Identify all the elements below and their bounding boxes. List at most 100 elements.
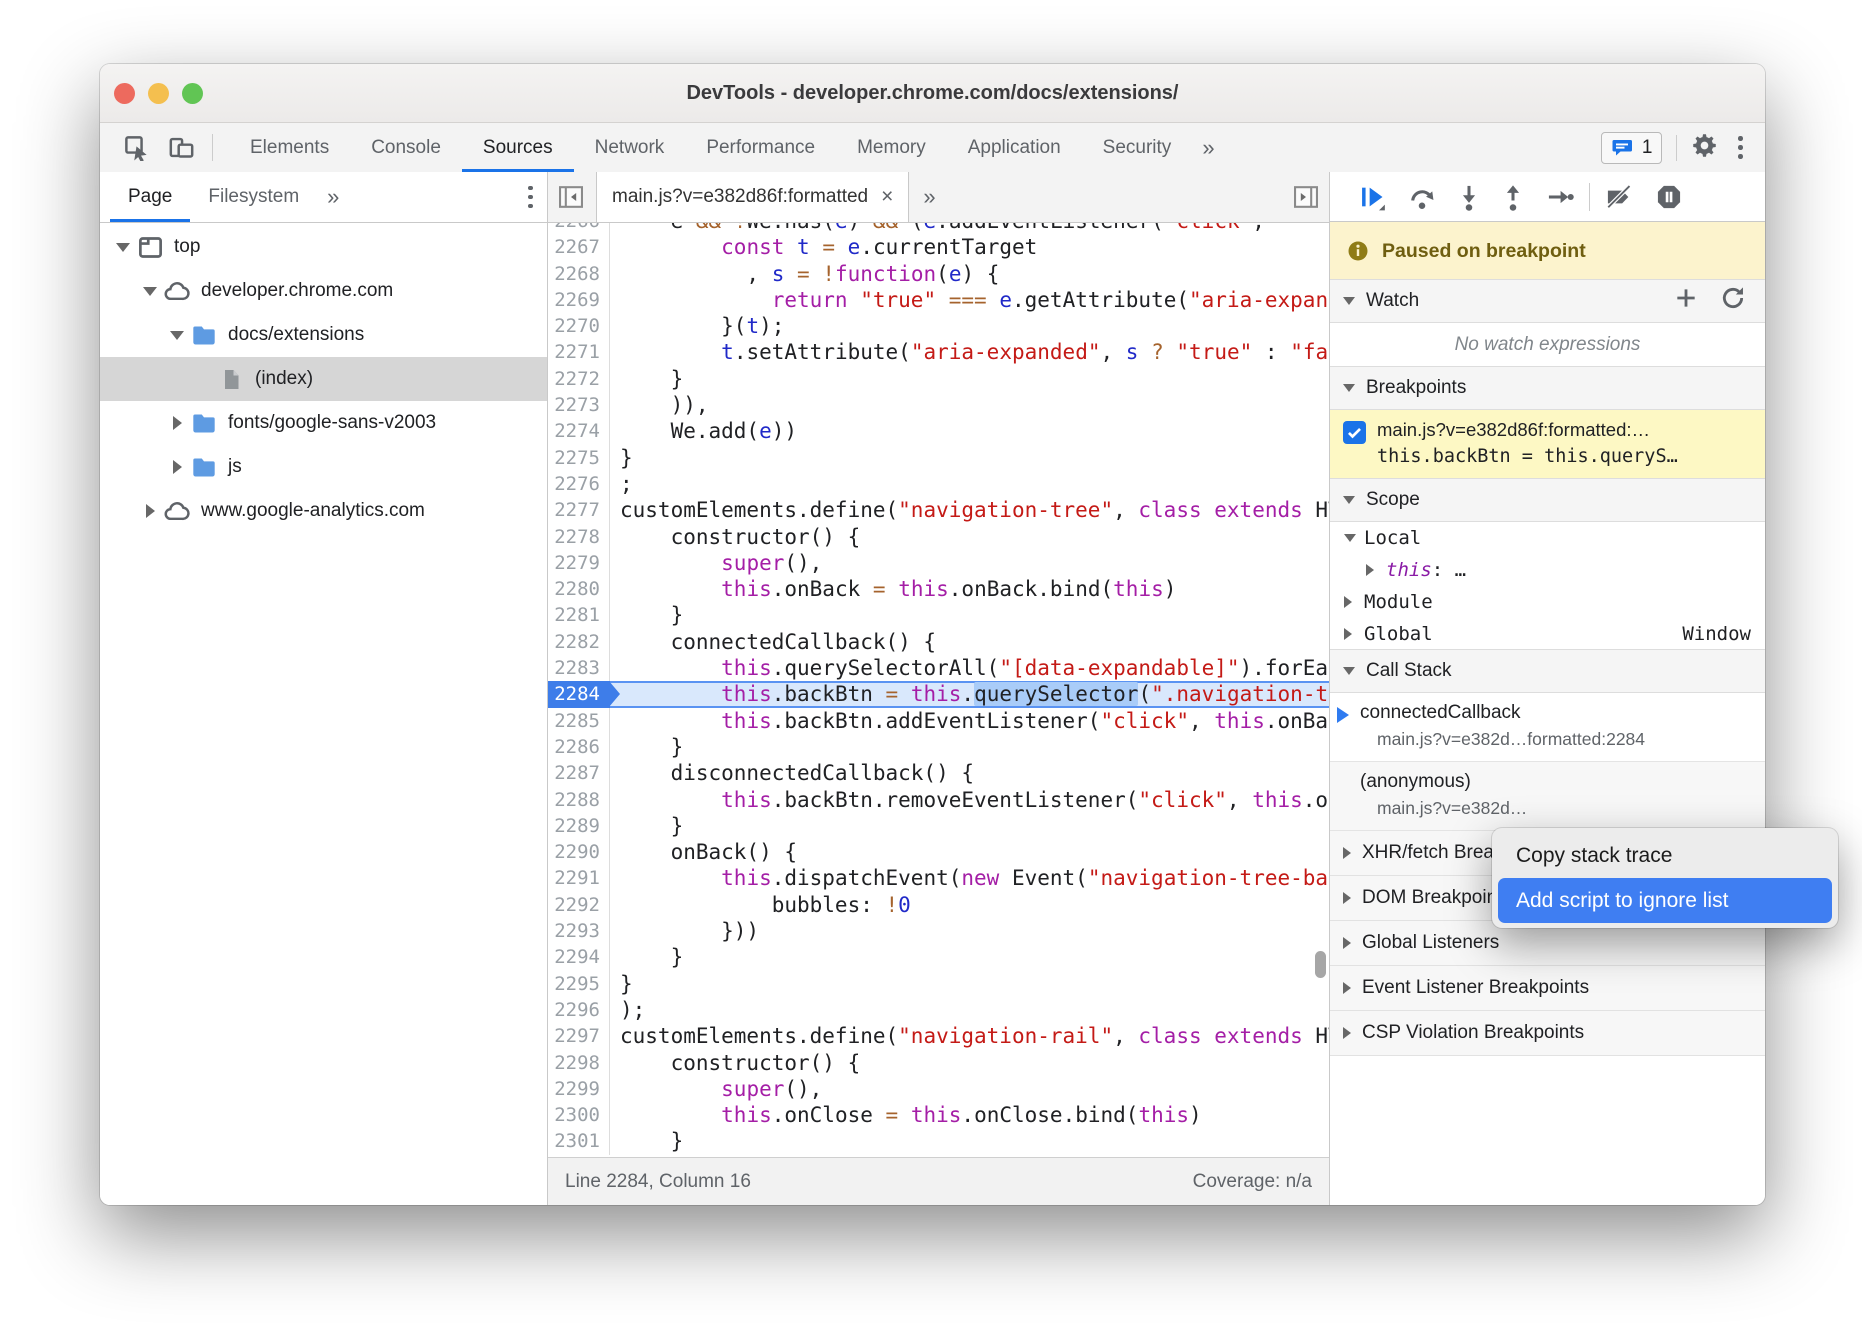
step-out-icon[interactable] bbox=[1491, 183, 1535, 211]
section-event-listener-breakpoints[interactable]: Event Listener Breakpoints bbox=[1330, 966, 1765, 1011]
line-number[interactable]: 2281 bbox=[548, 602, 610, 628]
code-line[interactable]: 2285 this.backBtn.addEventListener("clic… bbox=[548, 708, 1329, 734]
line-number[interactable]: 2272 bbox=[548, 366, 610, 392]
tab-sources[interactable]: Sources bbox=[462, 123, 574, 172]
line-number[interactable]: 2291 bbox=[548, 865, 610, 891]
navigator-kebab-icon[interactable] bbox=[522, 172, 539, 222]
code-line[interactable]: 2299 super(), bbox=[548, 1076, 1329, 1102]
code-line[interactable]: 2287 disconnectedCallback() { bbox=[548, 760, 1329, 786]
code-line-text[interactable]: } bbox=[610, 944, 1329, 970]
more-tabs-icon[interactable]: » bbox=[1192, 123, 1224, 172]
line-number[interactable]: 2285 bbox=[548, 708, 610, 734]
line-number[interactable]: 2279 bbox=[548, 550, 610, 576]
line-number[interactable]: 2268 bbox=[548, 261, 610, 287]
line-number[interactable]: 2273 bbox=[548, 392, 610, 418]
line-number[interactable]: 2297 bbox=[548, 1023, 610, 1049]
code-line-text[interactable]: disconnectedCallback() { bbox=[610, 760, 1329, 786]
tab-security[interactable]: Security bbox=[1082, 123, 1193, 172]
code-line[interactable]: 2280 this.onBack = this.onBack.bind(this… bbox=[548, 576, 1329, 602]
breakpoints-section-header[interactable]: Breakpoints bbox=[1330, 366, 1765, 410]
code-line-text[interactable]: this.onClose = this.onClose.bind(this) bbox=[610, 1102, 1329, 1128]
line-number[interactable]: 2286 bbox=[548, 734, 610, 760]
tab-elements[interactable]: Elements bbox=[229, 123, 350, 172]
code-line-text[interactable]: )), bbox=[610, 392, 1329, 418]
code-line-text[interactable]: super(), bbox=[610, 550, 1329, 576]
line-number[interactable]: 2282 bbox=[548, 629, 610, 655]
hide-navigator-icon[interactable] bbox=[556, 182, 586, 212]
code-line-text[interactable]: ; bbox=[610, 471, 1329, 497]
code-line[interactable]: 2301 } bbox=[548, 1128, 1329, 1154]
step-into-icon[interactable] bbox=[1447, 183, 1491, 211]
tree-item[interactable]: docs/extensions bbox=[100, 313, 547, 357]
tree-expander-icon[interactable] bbox=[139, 504, 161, 518]
code-line-text[interactable]: this.dispatchEvent(new Event("navigation… bbox=[610, 865, 1329, 891]
line-number[interactable]: 2288 bbox=[548, 787, 610, 813]
line-number[interactable]: 2299 bbox=[548, 1076, 610, 1102]
code-line[interactable]: 2268 , s = !function(e) { bbox=[548, 261, 1329, 287]
code-line[interactable]: 2275} bbox=[548, 445, 1329, 471]
code-line[interactable]: 2267 const t = e.currentTarget bbox=[548, 234, 1329, 260]
line-number[interactable]: 2296 bbox=[548, 997, 610, 1023]
tree-expander-icon[interactable] bbox=[112, 243, 134, 252]
line-number[interactable]: 2266 bbox=[548, 223, 610, 234]
code-line[interactable]: 2272 } bbox=[548, 366, 1329, 392]
tree-expander-icon[interactable] bbox=[139, 287, 161, 296]
code-line[interactable]: 2269 return "true" === e.getAttribute("a… bbox=[548, 287, 1329, 313]
code-line-text[interactable]: e && !We.has(e) && (e.addEventListener("… bbox=[610, 223, 1329, 234]
code-line[interactable]: 2277customElements.define("navigation-tr… bbox=[548, 497, 1329, 523]
tree-item[interactable]: developer.chrome.com bbox=[100, 269, 547, 313]
scope-row-this[interactable]: this: … bbox=[1330, 554, 1765, 586]
breakpoint-entry[interactable]: main.js?v=e382d86f:formatted:…this.backB… bbox=[1330, 410, 1765, 479]
code-line[interactable]: 2282 connectedCallback() { bbox=[548, 629, 1329, 655]
code-line[interactable]: 2266 e && !We.has(e) && (e.addEventListe… bbox=[548, 223, 1329, 234]
inspect-element-icon[interactable] bbox=[114, 123, 159, 172]
code-line[interactable]: 2298 constructor() { bbox=[548, 1050, 1329, 1076]
code-line-text[interactable]: this.querySelectorAll("[data-expandable]… bbox=[610, 655, 1329, 681]
code-line[interactable]: 2288 this.backBtn.removeEventListener("c… bbox=[548, 787, 1329, 813]
scope-row-local[interactable]: Local bbox=[1330, 522, 1765, 554]
code-line[interactable]: 2300 this.onClose = this.onClose.bind(th… bbox=[548, 1102, 1329, 1128]
code-line-text[interactable]: this.backBtn = this.querySelector(".navi… bbox=[610, 681, 1329, 707]
call-stack-frame[interactable]: (anonymous)main.js?v=e382d… bbox=[1330, 762, 1765, 831]
code-line[interactable]: 2286 } bbox=[548, 734, 1329, 760]
line-number[interactable]: 2270 bbox=[548, 313, 610, 339]
vertical-scrollbar-thumb[interactable] bbox=[1315, 951, 1326, 978]
tree-item[interactable]: top bbox=[100, 225, 547, 269]
tree-item[interactable]: fonts/google-sans-v2003 bbox=[100, 401, 547, 445]
line-number[interactable]: 2276 bbox=[548, 471, 610, 497]
deactivate-breakpoints-icon[interactable] bbox=[1594, 183, 1644, 211]
tree-expander-icon[interactable] bbox=[166, 460, 188, 474]
watch-section-header[interactable]: Watch bbox=[1330, 279, 1765, 323]
code-line[interactable]: 2289 } bbox=[548, 813, 1329, 839]
line-number[interactable]: 2293 bbox=[548, 918, 610, 944]
code-line[interactable]: 2297customElements.define("navigation-ra… bbox=[548, 1023, 1329, 1049]
code-line[interactable]: 2292 bubbles: !0 bbox=[548, 892, 1329, 918]
scope-row-global[interactable]: GlobalWindow bbox=[1330, 618, 1765, 650]
tree-item[interactable]: (index) bbox=[100, 357, 547, 401]
tab-memory[interactable]: Memory bbox=[836, 123, 947, 172]
tree-item[interactable]: www.google-analytics.com bbox=[100, 489, 547, 533]
code-line-text[interactable]: We.add(e)) bbox=[610, 418, 1329, 444]
line-number[interactable]: 2280 bbox=[548, 576, 610, 602]
code-line[interactable]: 2276; bbox=[548, 471, 1329, 497]
code-line-text[interactable]: ); bbox=[610, 997, 1329, 1023]
close-tab-icon[interactable]: × bbox=[881, 185, 893, 209]
code-line-text[interactable]: } bbox=[610, 602, 1329, 628]
scope-section-header[interactable]: Scope bbox=[1330, 478, 1765, 522]
line-number[interactable]: 2301 bbox=[548, 1128, 610, 1154]
device-toolbar-icon[interactable] bbox=[159, 123, 204, 172]
line-number[interactable]: 2298 bbox=[548, 1050, 610, 1076]
add-watch-icon[interactable] bbox=[1673, 285, 1699, 317]
code-line[interactable]: 2294 } bbox=[548, 944, 1329, 970]
code-line[interactable]: 2283 this.querySelectorAll("[data-expand… bbox=[548, 655, 1329, 681]
navigator-tab-page[interactable]: Page bbox=[110, 172, 190, 222]
line-number[interactable]: 2295 bbox=[548, 971, 610, 997]
breakpoint-checkbox[interactable] bbox=[1343, 421, 1366, 444]
code-line-text[interactable]: customElements.define("navigation-rail",… bbox=[610, 1023, 1329, 1049]
zoom-window-button[interactable] bbox=[182, 83, 203, 104]
settings-gear-icon[interactable] bbox=[1691, 132, 1718, 164]
code-line[interactable]: 2281 } bbox=[548, 602, 1329, 628]
step-icon[interactable] bbox=[1535, 183, 1585, 211]
tree-expander-icon[interactable] bbox=[166, 331, 188, 340]
line-number[interactable]: 2277 bbox=[548, 497, 610, 523]
